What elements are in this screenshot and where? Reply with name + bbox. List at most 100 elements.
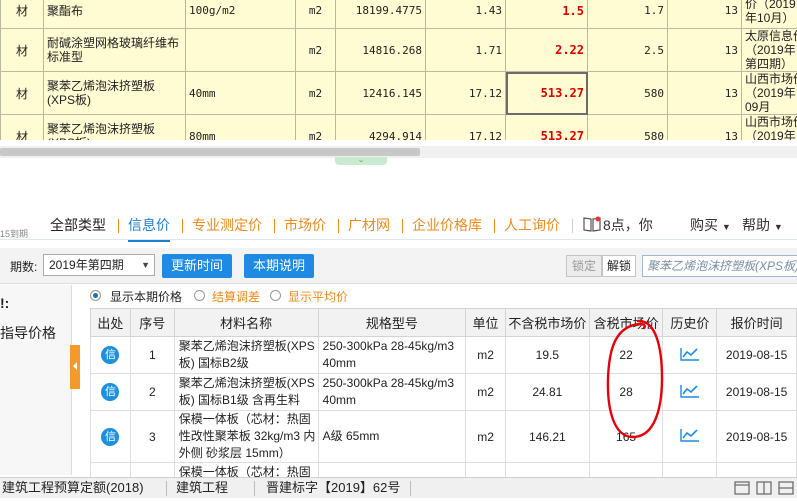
window-icon[interactable] [734,481,750,495]
panel-splitter-handle[interactable]: ⌄ [335,157,387,165]
table-row[interactable]: 信 1 聚苯乙烯泡沫挤塑板(XPS板) 国标B2级 250-300kPa 28-… [91,337,797,374]
col-price-ex-tax[interactable]: 不含税市场价 [505,309,589,337]
info-badge[interactable]: 信 [101,383,119,401]
tab-divider [182,219,183,233]
status-bar: 建筑工程预算定额(2018) 建筑工程 晋建标字【2019】62号 [0,477,797,498]
status-divider [410,481,411,496]
trend-chart-icon[interactable] [680,347,700,364]
grid-price-tax: 2.5 [588,29,668,72]
grid-type: 材 [1,115,44,141]
grid-price-market[interactable]: 513.27 [506,115,588,141]
price-in-tax-cell: 165 [589,411,663,463]
grid-unit: m2 [296,0,336,29]
col-history[interactable]: 历史价 [663,309,717,337]
window-icon[interactable] [778,481,794,495]
grid-price-market[interactable]: 2.22 [506,29,588,72]
unlock-button[interactable]: 解锁 [602,255,636,277]
index-cell: 1 [130,337,174,374]
grid-qty: 12416.145 [336,72,426,115]
col-spec[interactable]: 规格型号 [318,309,465,337]
horizontal-scrollbar[interactable] [0,146,797,158]
help-menu[interactable]: 帮助 ▼ [742,214,783,236]
tab-info-price[interactable]: 信息价 [128,214,170,236]
grid-qty: 4294.914 [336,115,426,141]
chevron-down-icon: ▼ [722,222,731,232]
tab-enterprise-library[interactable]: 企业价格库 [412,214,482,236]
grid-price-base: 17.12 [426,72,506,115]
book-icon[interactable] [583,216,601,235]
info-badge[interactable]: 信 [101,428,119,446]
notice-text[interactable]: 8点，你 [603,214,653,236]
buy-label: 购买 [690,217,718,233]
tab-market-price[interactable]: 市场价 [284,214,326,236]
radio-average-price[interactable] [270,290,281,301]
left-panel-item[interactable]: 指导价格 [0,323,56,343]
lock-button[interactable]: 锁定 [566,255,602,277]
grid-row[interactable]: 材 聚苯乙烯泡沫挤塑板(XPS板) 80mm m2 4294.914 17.12… [1,115,797,141]
grid-unit: m2 [296,115,336,141]
refresh-time-button[interactable]: 更新时间 [162,254,232,278]
period-select[interactable]: 2019年第四期 ▼ [43,254,155,276]
info-price-table: 出处 序号 材料名称 规格型号 单位 不含税市场价 含税市场价 历史价 报价时间… [90,308,797,483]
grid-price-market-selected[interactable]: 513.27 [506,72,588,115]
tab-professional-price[interactable]: 专业测定价 [192,214,262,236]
help-label: 帮助 [742,217,770,233]
radio-current-price[interactable] [90,290,101,301]
trend-chart-icon[interactable] [680,428,700,445]
radio-settlement-adjust[interactable] [194,290,205,301]
price-toolbar: 期数: 2019年第四期 ▼ 更新时间 本期说明 锁定 解锁 聚苯乙烯泡沫挤塑板… [0,248,797,284]
tab-manual-inquiry[interactable]: 人工询价 [504,214,560,236]
table-row[interactable]: 信 2 聚苯乙烯泡沫挤塑板(XPS板) 国标B1级 含再生料 250-300kP… [91,374,797,411]
tab-divider [572,219,573,233]
left-panel: !: 指导价格 [0,285,72,475]
col-material-name[interactable]: 材料名称 [174,309,318,337]
col-source[interactable]: 出处 [91,309,131,337]
period-label: 期数: [10,258,37,275]
tab-all-types[interactable]: 全部类型 [50,214,106,236]
col-unit[interactable]: 单位 [466,309,506,337]
col-price-in-tax[interactable]: 含税市场价 [589,309,663,337]
grid-row[interactable]: 材 聚酯布 100g/m2 m2 18199.4775 1.43 1.5 1.7… [1,0,797,29]
grid-spec: 100g/m2 [186,0,296,29]
grid-source: 太原信息价（2019年第四期） [742,29,797,72]
grid-price-tax: 580 [588,72,668,115]
price-in-tax-cell: 22 [589,337,663,374]
tab-divider [338,219,339,233]
grid-row[interactable]: 材 聚苯乙烯泡沫挤塑板(XPS板) 40mm m2 12416.145 17.1… [1,72,797,115]
grid-type: 材 [1,29,44,72]
spec-cell: A级 65mm [318,411,465,463]
grid-row[interactable]: 材 耐碱涂塑网格玻璃纤维布标准型 m2 14816.268 1.71 2.22 … [1,29,797,72]
grid-unit: m2 [296,72,336,115]
source-cell: 信 [91,374,131,411]
grid-name: 聚苯乙烯泡沫挤塑板(XPS板) [44,115,186,141]
quote-date-cell: 2019-08-15 [717,374,797,411]
window-icon[interactable] [756,481,772,495]
chevron-down-icon: ⌄ [358,155,365,164]
material-name-cell: 聚苯乙烯泡沫挤塑板(XPS板) 国标B2级 [174,337,318,374]
buy-menu[interactable]: 购买 ▼ [690,214,731,236]
grid-qty: 14816.268 [336,29,426,72]
spec-cell: 250-300kPa 28-45kg/m3 40mm [318,337,465,374]
radio-settlement-adjust-label: 结算调差 [212,288,260,305]
grid-price-tax: 580 [588,115,668,141]
grid-rate: 13 [668,72,742,115]
tab-divider [402,219,403,233]
material-search-input[interactable]: 聚苯乙烯泡沫挤塑板(XPS板) [642,255,797,277]
grid-unit: m2 [296,29,336,72]
grid-price-market[interactable]: 1.5 [506,0,588,29]
spec-cell: 250-300kPa 28-45kg/m3 40mm [318,374,465,411]
col-index[interactable]: 序号 [130,309,174,337]
price-in-tax-cell: 28 [589,374,663,411]
trend-chart-icon[interactable] [680,384,700,401]
col-quote-date[interactable]: 报价时间 [717,309,797,337]
period-explain-button[interactable]: 本期说明 [244,254,314,278]
left-panel-title: !: [0,295,9,311]
table-row[interactable]: 信 3 保模一体板（芯材：热固性改性聚苯板 32kg/m3 内外侧 砂浆层 15… [91,411,797,463]
cost-grid: 材 聚酯布 100g/m2 m2 18199.4775 1.43 1.5 1.7… [0,0,797,140]
info-badge[interactable]: 信 [101,346,119,364]
grid-price-base: 1.71 [426,29,506,72]
grid-spec: 80mm [186,115,296,141]
status-divider [254,481,255,496]
collapse-panel-handle[interactable] [70,345,80,389]
tab-guangcai[interactable]: 广材网 [348,214,390,236]
